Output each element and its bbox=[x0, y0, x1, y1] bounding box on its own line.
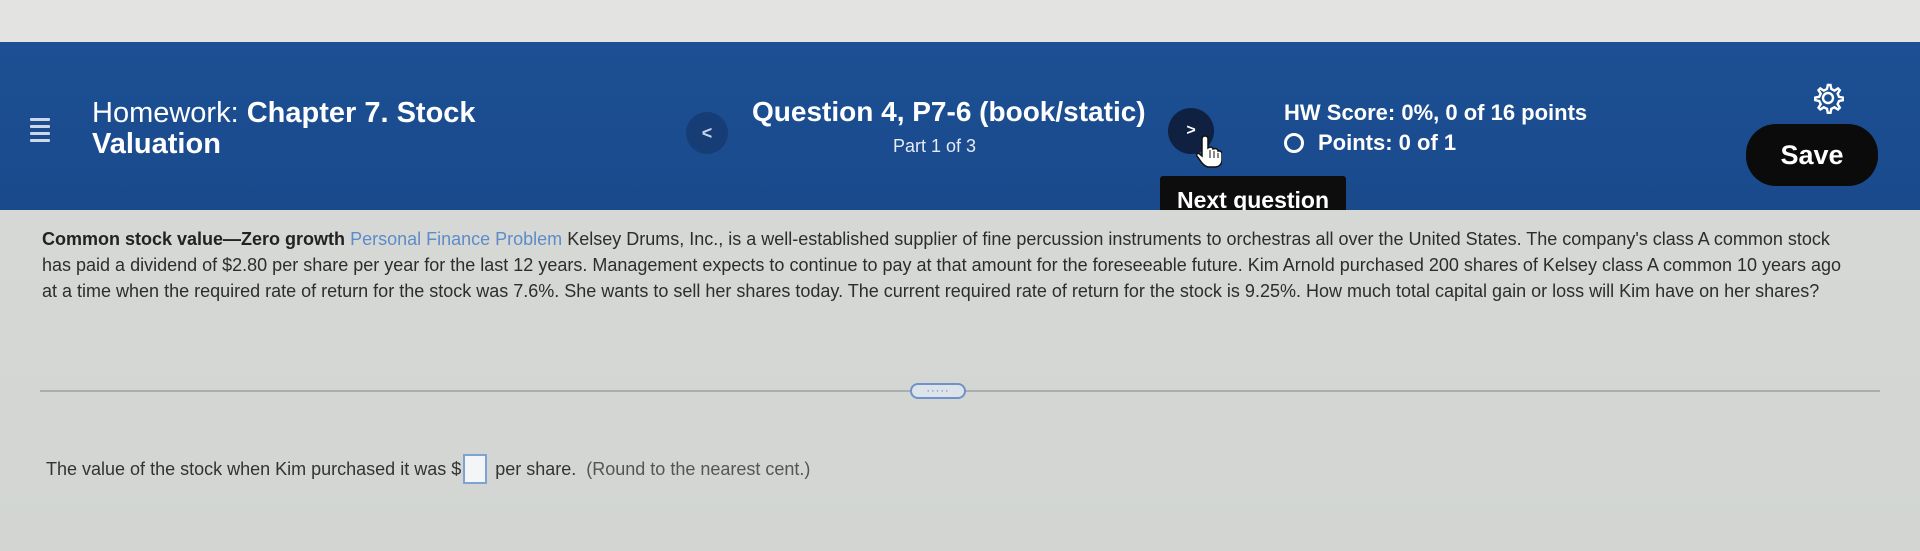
previous-question-button[interactable]: < bbox=[686, 112, 728, 154]
question-part: Part 1 of 3 bbox=[893, 136, 977, 156]
points-label: Points: 0 of 1 bbox=[1318, 130, 1457, 155]
answer-suffix: per share. bbox=[495, 458, 577, 479]
gear-icon[interactable] bbox=[1812, 82, 1844, 114]
question-points: Points: 0 of 1 bbox=[1284, 130, 1456, 156]
problem-tag-link[interactable]: Personal Finance Problem bbox=[350, 229, 562, 249]
browser-top-strip bbox=[0, 0, 1920, 42]
menu-icon[interactable] bbox=[30, 118, 50, 142]
radio-ring-icon bbox=[1284, 133, 1304, 153]
chevron-left-icon: < bbox=[701, 122, 713, 143]
answer-hint: (Round to the nearest cent.) bbox=[586, 458, 811, 479]
answer-prefix: The value of the stock when Kim purchase… bbox=[46, 458, 462, 479]
problem-heading: Common stock value—Zero growth bbox=[42, 229, 346, 249]
question-title: Question 4, P7-6 (book/static) bbox=[752, 96, 1146, 127]
problem-statement: Common stock value—Zero growth Personal … bbox=[42, 226, 1852, 304]
homework-prefix: Homework: bbox=[92, 97, 247, 129]
save-button[interactable]: Save bbox=[1746, 124, 1878, 186]
hand-cursor-icon bbox=[1196, 135, 1222, 168]
hw-score: HW Score: 0%, 0 of 16 points bbox=[1284, 100, 1588, 125]
answer-input[interactable] bbox=[463, 454, 488, 484]
homework-title: Homework: Chapter 7. Stock Valuation bbox=[92, 98, 572, 160]
expand-more-button[interactable]: ····· bbox=[910, 383, 966, 399]
chevron-right-icon: > bbox=[1186, 122, 1196, 139]
answer-prompt: The value of the stock when Kim purchase… bbox=[46, 454, 810, 484]
